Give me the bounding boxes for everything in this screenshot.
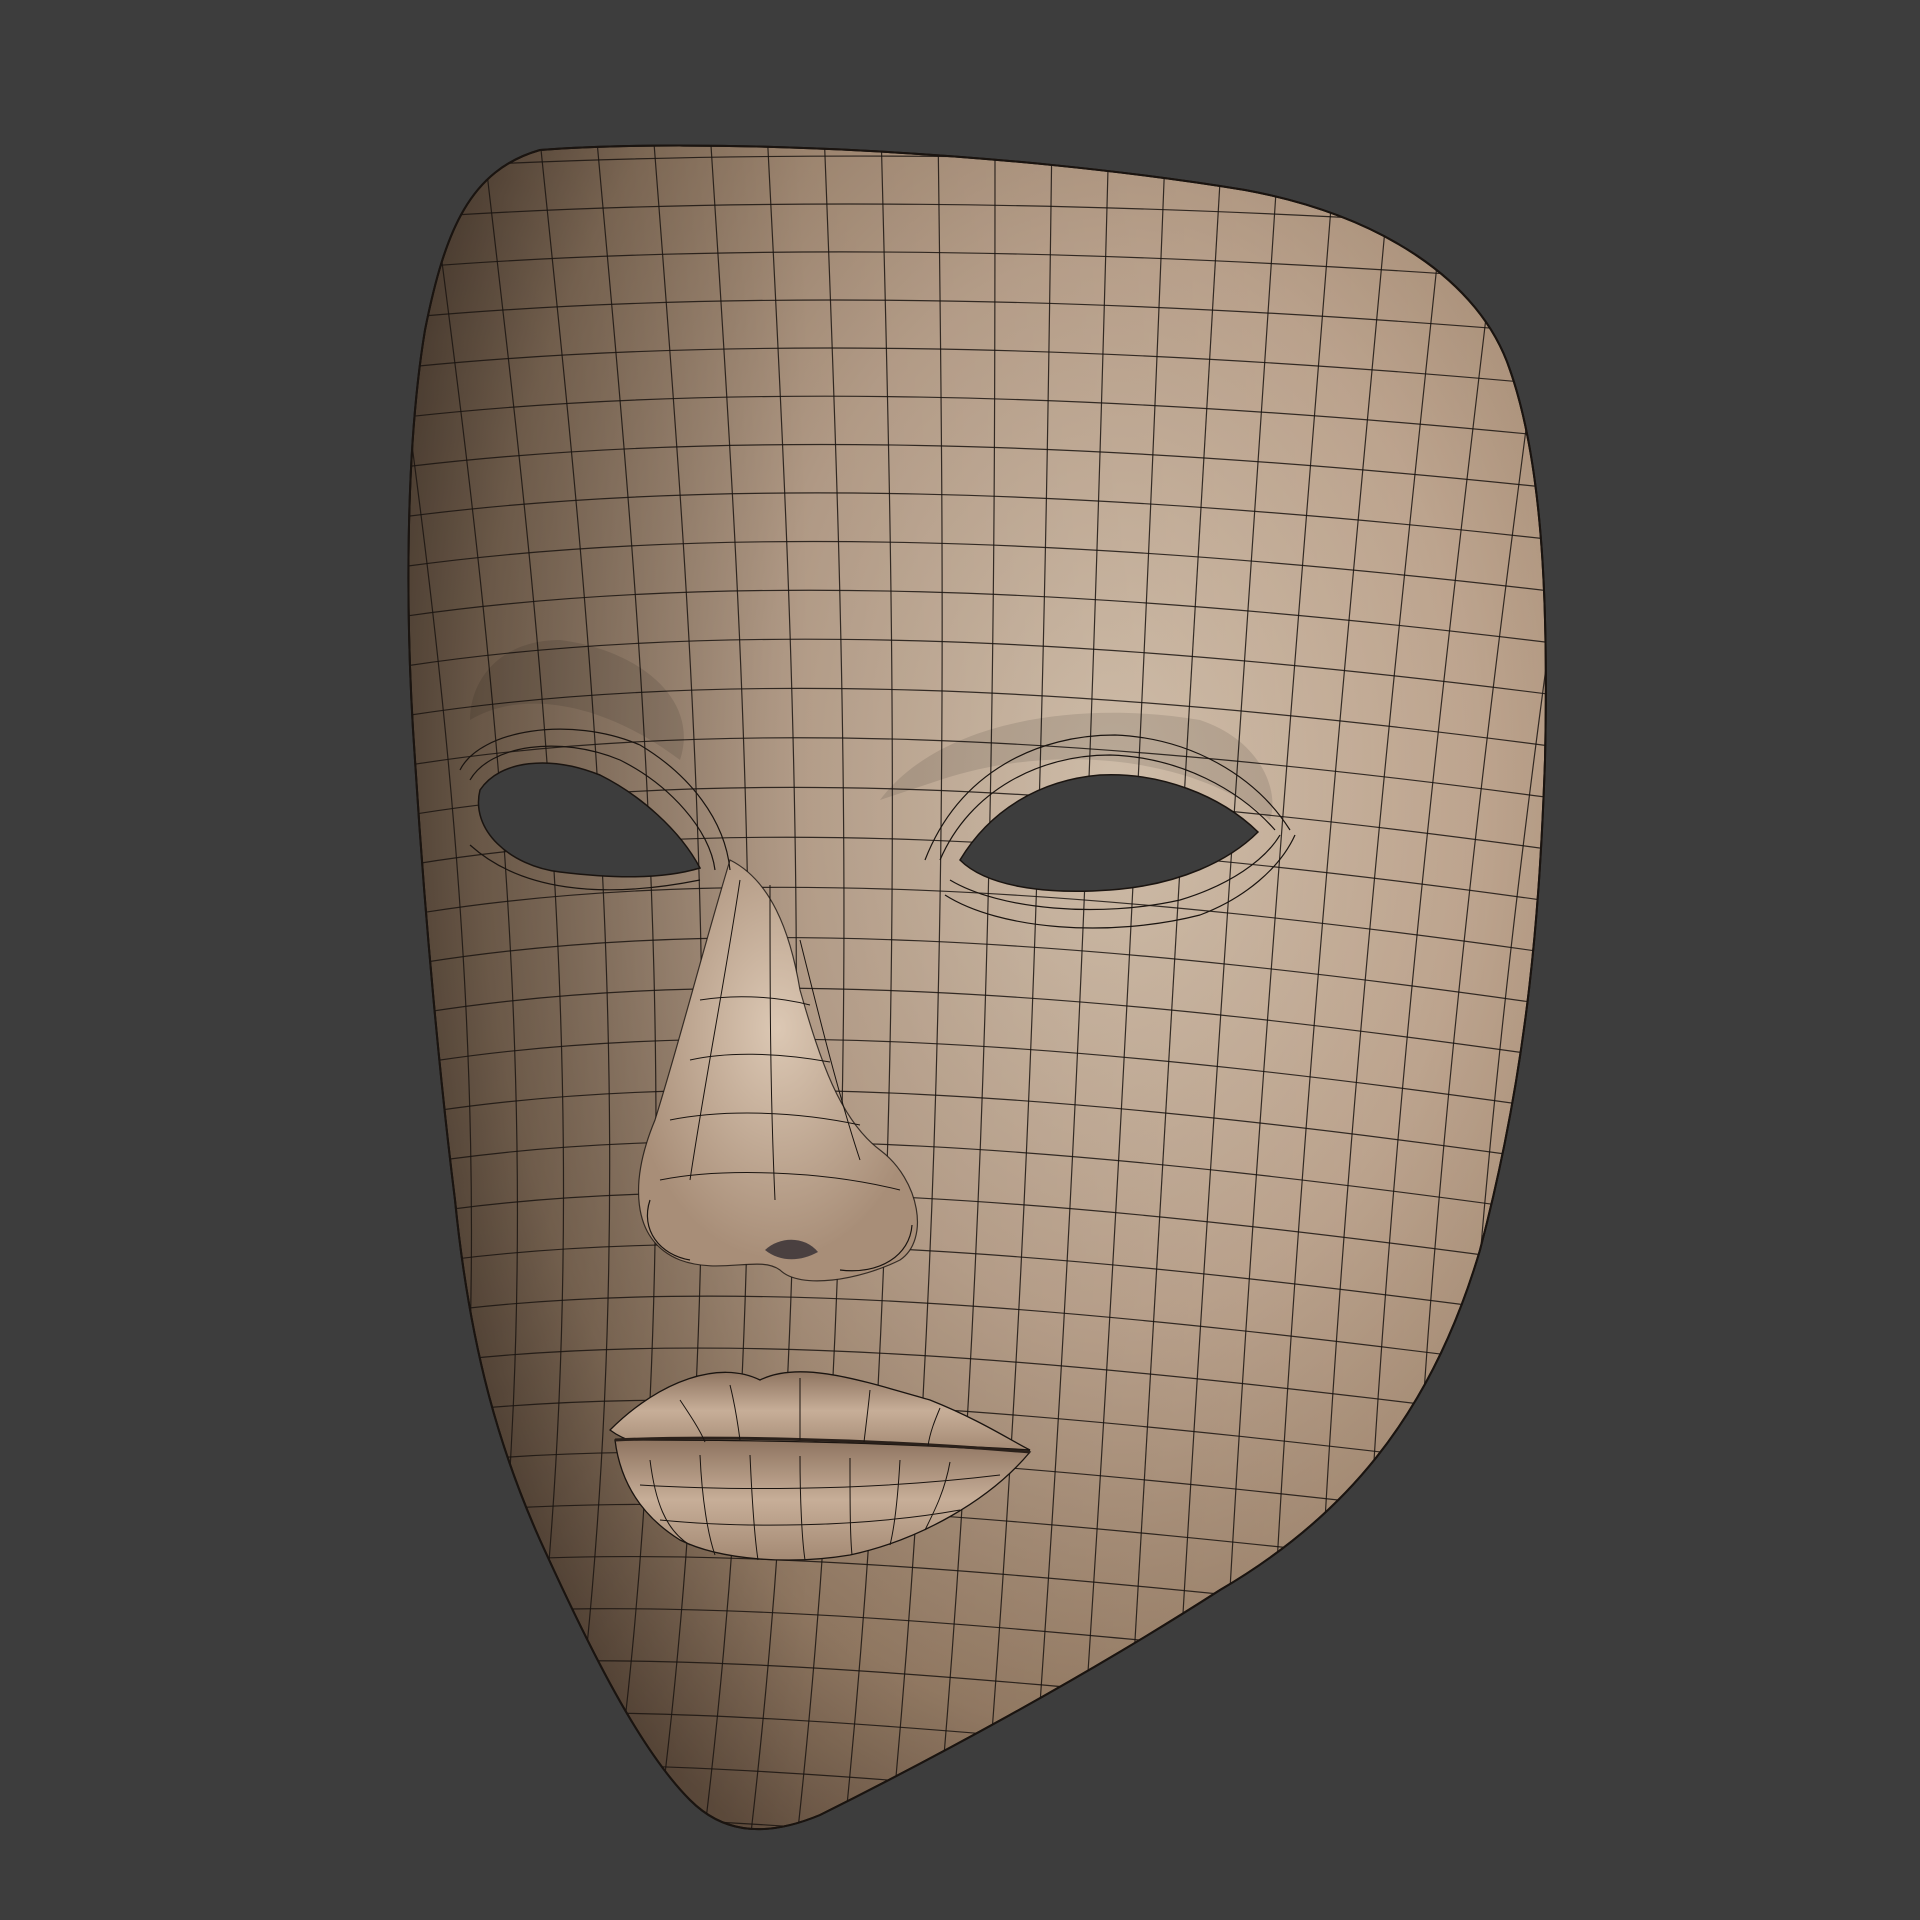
wire-row bbox=[408, 1815, 1546, 1830]
wire-row bbox=[408, 1763, 1546, 1830]
wire-column bbox=[254, 130, 380, 1860]
mask-body bbox=[407, 144, 1547, 1831]
mask-render bbox=[254, 130, 1547, 1860]
wire-column bbox=[408, 145, 427, 1830]
3d-viewport[interactable] bbox=[0, 0, 1920, 1920]
